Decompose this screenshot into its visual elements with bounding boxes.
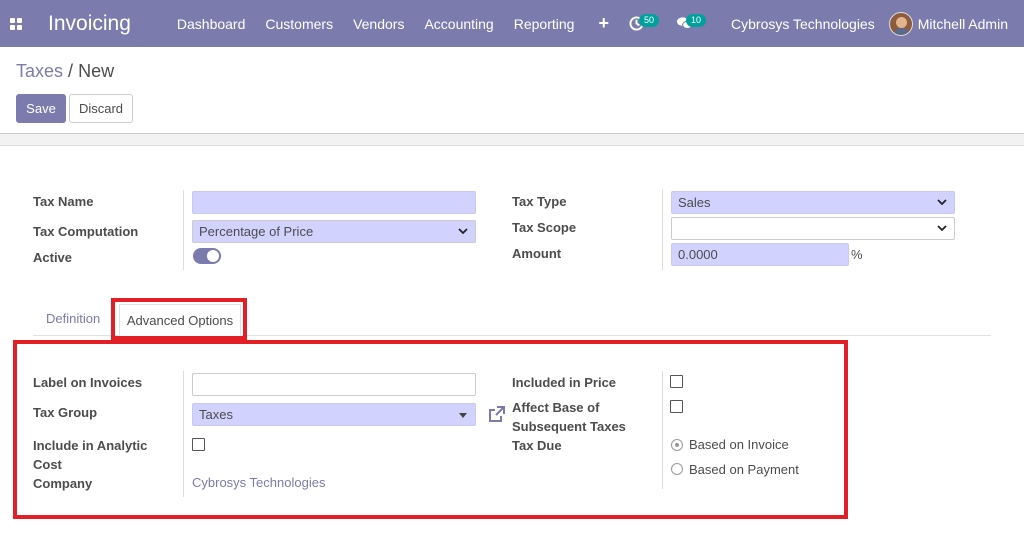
breadcrumb-current: New — [78, 61, 115, 81]
amount-unit: % — [851, 247, 863, 262]
message-count-badge: 10 — [686, 14, 707, 27]
field-separator — [662, 371, 663, 489]
highlight-box-advanced — [13, 340, 848, 519]
chevron-down-icon — [458, 228, 468, 235]
active-toggle[interactable] — [193, 248, 221, 264]
tax-due-payment-label[interactable]: Based on Payment — [689, 462, 799, 477]
chevron-down-icon — [937, 199, 947, 206]
tax-due-invoice-radio[interactable] — [671, 439, 683, 451]
discard-button[interactable]: Discard — [69, 94, 133, 123]
breadcrumb-taxes-link[interactable]: Taxes — [16, 61, 63, 81]
control-panel-divider — [0, 133, 1024, 146]
main-menu: Dashboard Customers Vendors Accounting R… — [167, 0, 585, 47]
user-name: Mitchell Admin — [917, 15, 1008, 32]
user-avatar — [888, 11, 913, 36]
field-separator — [183, 371, 184, 497]
tax-type-select[interactable]: Sales — [671, 191, 955, 214]
top-navbar: Invoicing Dashboard Customers Vendors Ac… — [0, 0, 1024, 47]
menu-customers[interactable]: Customers — [255, 0, 343, 47]
included-in-price-label: Included in Price — [512, 375, 617, 390]
activity-clock-icon[interactable]: 50 — [619, 0, 666, 47]
tax-type-label: Tax Type — [512, 194, 567, 209]
include-analytic-cost-checkbox[interactable] — [192, 438, 205, 451]
include-analytic-cost-label-line2: Cost — [33, 457, 62, 472]
tax-due-invoice-label[interactable]: Based on Invoice — [689, 437, 789, 452]
tax-due-label: Tax Due — [512, 438, 562, 453]
save-button[interactable]: Save — [16, 94, 66, 123]
highlight-box-tab — [111, 298, 247, 340]
tax-type-value: Sales — [678, 195, 711, 210]
messages-chat-icon[interactable]: 10 — [666, 0, 715, 47]
affect-base-checkbox[interactable] — [670, 400, 683, 413]
tax-due-payment-radio[interactable] — [671, 463, 683, 475]
tax-scope-select[interactable] — [671, 217, 955, 240]
field-separator — [183, 190, 184, 270]
tax-name-input[interactable] — [192, 191, 476, 214]
tax-computation-select[interactable]: Percentage of Price — [192, 220, 476, 243]
amount-label: Amount — [512, 246, 562, 261]
affect-base-label-line2: Subsequent Taxes — [512, 419, 626, 434]
tax-group-label: Tax Group — [33, 405, 98, 420]
included-in-price-checkbox[interactable] — [670, 375, 683, 388]
menu-vendors[interactable]: Vendors — [343, 0, 414, 47]
tax-scope-label: Tax Scope — [512, 220, 577, 235]
tax-group-value: Taxes — [199, 407, 233, 422]
tax-group-select[interactable]: Taxes — [192, 403, 476, 426]
tax-computation-label: Tax Computation — [33, 224, 139, 239]
activity-count-badge: 50 — [639, 14, 660, 27]
tax-name-label: Tax Name — [33, 194, 94, 209]
label-on-invoices-input[interactable] — [192, 373, 476, 396]
company-label: Company — [33, 476, 93, 491]
company-link[interactable]: Cybrosys Technologies — [192, 475, 325, 490]
user-menu[interactable]: Mitchell Admin — [888, 11, 1024, 36]
company-switcher[interactable]: Cybrosys Technologies — [715, 16, 889, 32]
label-on-invoices-label: Label on Invoices — [33, 375, 143, 390]
apps-menu-icon[interactable] — [0, 0, 32, 47]
menu-reporting[interactable]: Reporting — [504, 0, 585, 47]
tab-definition[interactable]: Definition — [46, 311, 100, 326]
chevron-down-icon — [937, 225, 947, 232]
external-link-icon[interactable] — [487, 404, 507, 424]
quick-create-plus-icon[interactable]: + — [589, 0, 620, 47]
breadcrumb: Taxes / New — [16, 61, 114, 82]
menu-accounting[interactable]: Accounting — [414, 0, 503, 47]
app-title[interactable]: Invoicing — [48, 12, 131, 36]
breadcrumb-separator: / — [68, 61, 74, 81]
active-label: Active — [33, 250, 73, 265]
caret-down-icon — [459, 413, 467, 418]
tax-computation-value: Percentage of Price — [199, 224, 314, 239]
amount-input[interactable]: 0.0000 — [671, 243, 849, 266]
affect-base-label-line1: Affect Base of — [512, 400, 600, 415]
include-analytic-cost-label-line1: Include in Analytic — [33, 438, 148, 453]
field-separator — [662, 190, 663, 270]
menu-dashboard[interactable]: Dashboard — [167, 0, 256, 47]
